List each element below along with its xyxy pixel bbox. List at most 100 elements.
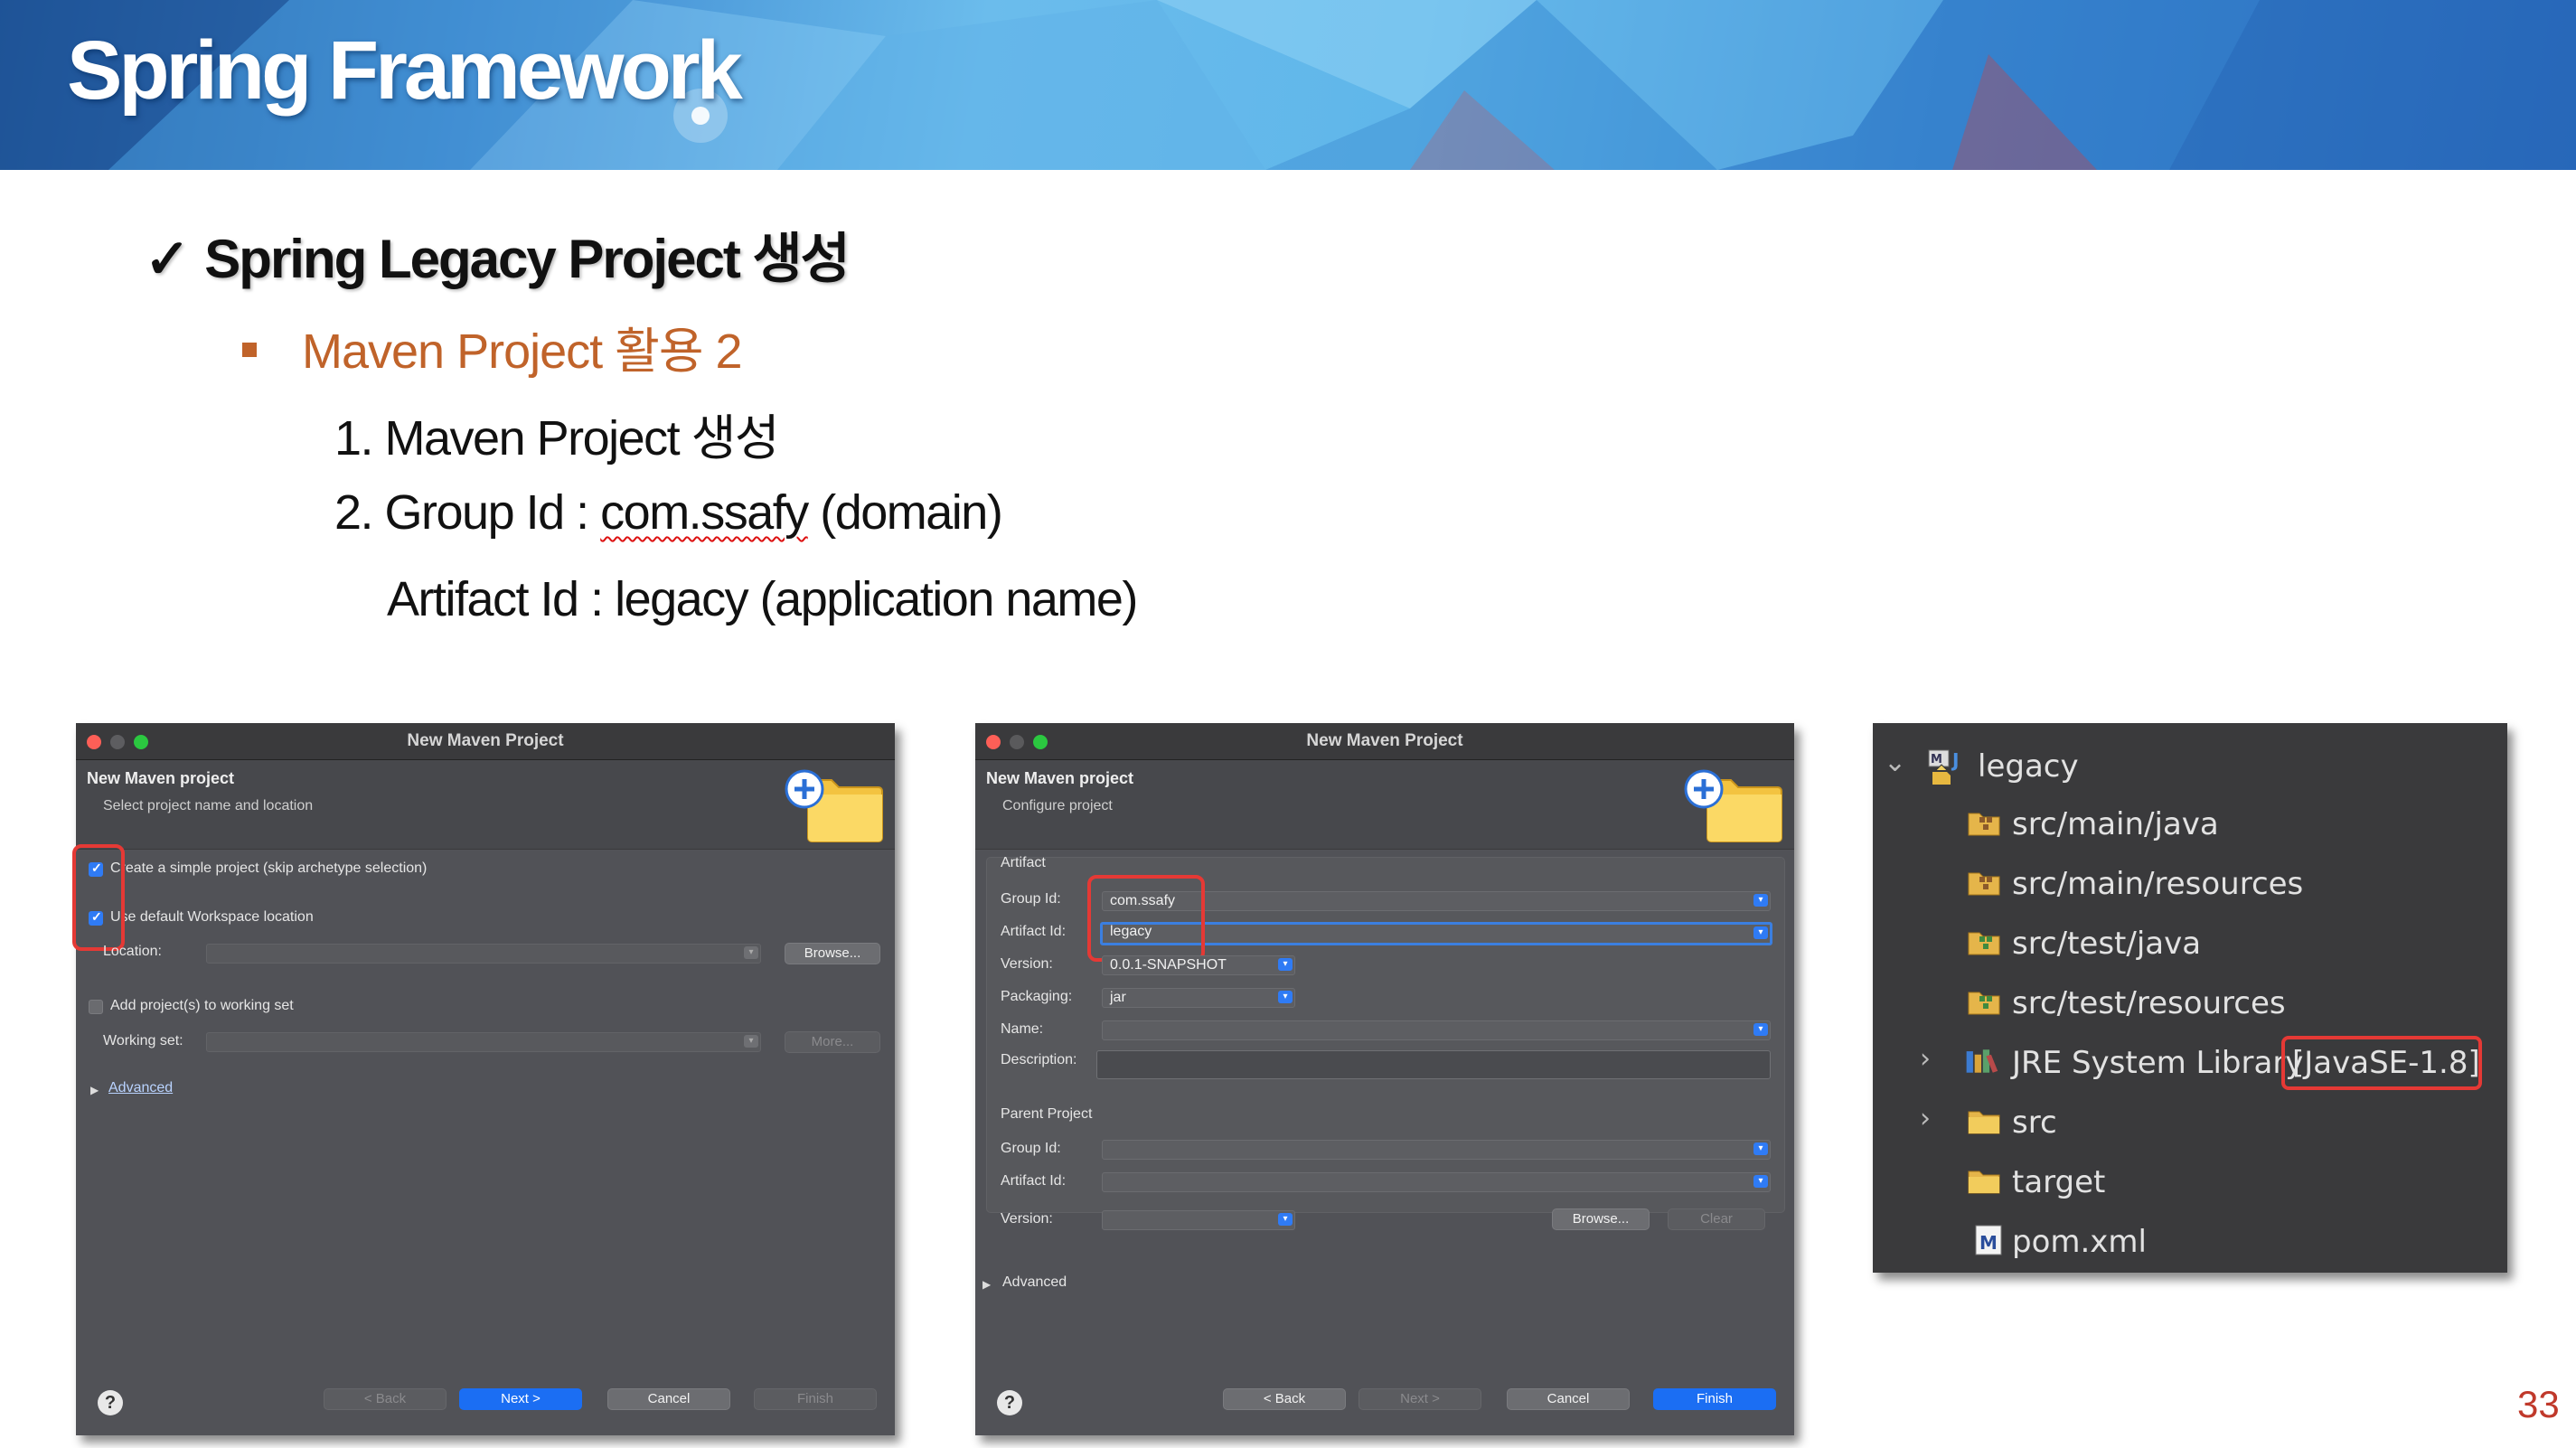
parent-group-id-input[interactable]: ▾ [1102, 1140, 1771, 1160]
advanced-toggle[interactable]: Advanced [108, 1080, 173, 1096]
id-fields-highlight [1087, 875, 1205, 962]
new-maven-project-dialog-2: New Maven Project New Maven project Conf… [975, 723, 1794, 1435]
packaging-dropdown-icon[interactable]: ▾ [1278, 991, 1293, 1003]
heading-text: Spring Legacy Project 생성 [204, 229, 851, 289]
test-package-folder-icon [1968, 932, 2000, 955]
square-bullet-icon [242, 342, 257, 357]
tree-item-src-main-java[interactable]: src/main/java [1873, 797, 2507, 851]
name-label: Name: [1001, 1021, 1044, 1037]
location-dropdown-icon[interactable]: ▾ [744, 946, 758, 959]
package-folder-icon [1968, 813, 2000, 836]
advanced-toggle[interactable]: Advanced [1002, 1274, 1067, 1291]
package-folder-icon [1968, 872, 2000, 896]
group-id-dropdown-icon[interactable]: ▾ [1753, 894, 1768, 907]
step-2-artifact-line: Artifact Id : legacy (application name) [387, 572, 1138, 626]
next-button[interactable]: Next > [1359, 1388, 1481, 1410]
parent-version-dropdown-icon[interactable]: ▾ [1278, 1213, 1293, 1226]
version-dropdown-icon[interactable]: ▾ [1278, 958, 1293, 971]
new-folder-icon [1684, 769, 1782, 842]
tree-item-src[interactable]: › src [1873, 1095, 2507, 1150]
svg-text:J: J [1951, 749, 1959, 771]
packaging-value: jar [1110, 990, 1126, 1005]
description-label: Description: [1001, 1052, 1077, 1067]
location-label: Location: [103, 944, 162, 959]
version-value: 0.0.1-SNAPSHOT [1110, 957, 1227, 973]
wizard-header: New Maven project Select project name an… [76, 760, 895, 850]
help-icon[interactable]: ? [98, 1390, 123, 1415]
parent-artifact-id-dropdown-icon[interactable]: ▾ [1753, 1175, 1768, 1188]
window-title: New Maven Project [407, 731, 564, 750]
working-set-dropdown-icon[interactable]: ▾ [744, 1035, 758, 1048]
tree-item-target[interactable]: target [1873, 1155, 2507, 1209]
banner-title: Spring Framework [67, 24, 743, 117]
checkbox-highlight [72, 844, 125, 951]
tree-item-src-test-resources[interactable]: src/test/resources [1873, 976, 2507, 1030]
tree-item-pom[interactable]: M pom.xml [1873, 1215, 2507, 1269]
title-bar: New Maven Project [975, 723, 1794, 760]
default-workspace-label: Use default Workspace location [110, 909, 314, 925]
maven-project-icon: M J [1928, 749, 1959, 785]
step-1: 1. Maven Project 생성 [334, 411, 780, 465]
parent-clear-button[interactable]: Clear [1668, 1208, 1765, 1230]
advanced-expand-icon[interactable]: ▶ [90, 1084, 99, 1096]
tree-item-src-main-resources[interactable]: src/main/resources [1873, 857, 2507, 911]
artifact-id-dropdown-icon[interactable]: ▾ [1753, 926, 1768, 939]
finish-button[interactable]: Finish [1653, 1388, 1776, 1410]
step-2-prefix: 2. Group Id : [334, 485, 601, 540]
tree-label: pom.xml [2012, 1224, 2147, 1260]
parent-browse-button[interactable]: Browse... [1552, 1208, 1650, 1230]
slide-heading: ✓ Spring Legacy Project 생성 [145, 215, 851, 294]
working-set-checkbox[interactable] [89, 1000, 103, 1014]
working-set-input[interactable]: ▾ [206, 1032, 761, 1052]
svg-text:M: M [1979, 1232, 1998, 1254]
wizard-header-subtitle: Configure project [1002, 798, 1113, 813]
more-button[interactable]: More... [785, 1031, 880, 1053]
cancel-button[interactable]: Cancel [607, 1388, 730, 1410]
packaging-label: Packaging: [1001, 989, 1073, 1004]
project-label: legacy [1978, 748, 2079, 785]
parent-group-id-label: Group Id: [1001, 1141, 1061, 1156]
finish-button[interactable]: Finish [754, 1388, 877, 1410]
artifact-group-label: Artifact [1001, 855, 1046, 870]
parent-group-id-dropdown-icon[interactable]: ▾ [1753, 1142, 1768, 1155]
cancel-button[interactable]: Cancel [1507, 1388, 1630, 1410]
parent-version-input[interactable]: ▾ [1102, 1210, 1295, 1230]
chevron-right-icon[interactable]: › [1920, 1043, 1931, 1075]
location-input[interactable]: ▾ [206, 944, 761, 964]
tree-label: src/test/java [2012, 926, 2202, 962]
step-2-suffix: (domain) [807, 485, 1003, 540]
folder-icon [1968, 1111, 2000, 1134]
tree-label: src [2012, 1105, 2057, 1141]
back-button[interactable]: < Back [324, 1388, 447, 1410]
tree-label: src/test/resources [2012, 985, 2286, 1021]
wizard-header-title: New Maven project [986, 769, 1134, 787]
packaging-select[interactable]: jar ▾ [1102, 988, 1295, 1008]
working-set-label: Working set: [103, 1033, 183, 1048]
wizard-header-title: New Maven project [87, 769, 235, 787]
library-icon [1966, 1049, 1998, 1073]
step-2: 2. Group Id : com.ssafy (domain) [334, 484, 1003, 541]
chevron-down-icon[interactable]: ⌄ [1884, 747, 1906, 778]
next-button[interactable]: Next > [459, 1388, 582, 1410]
advanced-expand-icon[interactable]: ▶ [982, 1278, 991, 1291]
help-icon[interactable]: ? [997, 1390, 1022, 1415]
tree-label: src/main/java [2012, 806, 2219, 842]
chevron-right-icon[interactable]: › [1920, 1103, 1931, 1134]
slide-subheading: Maven Project 활용 2 [242, 311, 743, 382]
version-input[interactable]: 0.0.1-SNAPSHOT ▾ [1102, 955, 1295, 975]
back-button[interactable]: < Back [1223, 1388, 1346, 1410]
parent-artifact-id-input[interactable]: ▾ [1102, 1172, 1771, 1192]
title-banner: Spring Framework [0, 0, 2576, 170]
browse-button[interactable]: Browse... [785, 943, 880, 964]
name-input[interactable]: ▾ [1102, 1020, 1771, 1040]
parent-artifact-id-label: Artifact Id: [1001, 1173, 1067, 1189]
tree-item-src-test-java[interactable]: src/test/java [1873, 917, 2507, 971]
new-folder-icon [785, 769, 883, 842]
description-textarea[interactable] [1096, 1050, 1771, 1079]
window-title: New Maven Project [1306, 731, 1463, 750]
name-dropdown-icon[interactable]: ▾ [1753, 1023, 1768, 1036]
folder-icon [1968, 1171, 2000, 1194]
tree-label: JRE System Library [2012, 1045, 2304, 1081]
tree-label: src/main/resources [2012, 866, 2304, 902]
tree-item-project[interactable]: ⌄ M J legacy [1873, 739, 2507, 794]
